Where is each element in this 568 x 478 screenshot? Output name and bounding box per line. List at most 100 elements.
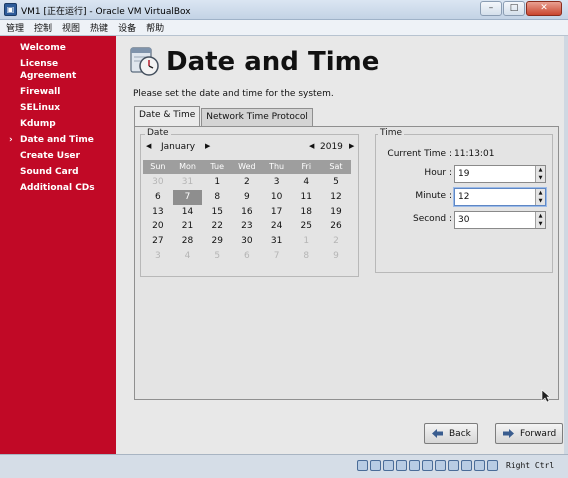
weekday-header: Mon <box>179 162 196 171</box>
calendar-day[interactable]: 17 <box>262 205 292 220</box>
calendar-day[interactable]: 2 <box>321 234 351 249</box>
calendar-day[interactable]: 3 <box>262 175 292 190</box>
calendar-day[interactable]: 20 <box>143 219 173 234</box>
calendar-nav: ◀ January ▶ ◀ 2019 ▶ <box>143 141 357 155</box>
forward-button[interactable]: Forward <box>495 423 564 444</box>
calendar-day-selected[interactable]: 7 <box>172 189 203 205</box>
second-spin-arrows-icon[interactable]: ▲ ▼ <box>535 212 545 228</box>
calendar-day[interactable]: 2 <box>232 175 262 190</box>
optical-drive-icon[interactable] <box>370 460 381 471</box>
next-month-icon[interactable]: ▶ <box>205 142 210 150</box>
hour-row: Hour : 19 ▲ ▼ <box>376 165 554 183</box>
calendar-day[interactable]: 8 <box>291 249 321 264</box>
calendar-day[interactable]: 21 <box>173 219 203 234</box>
maximize-button[interactable]: □ <box>503 1 525 16</box>
calendar-day[interactable]: 15 <box>202 205 232 220</box>
weekday-header: Wed <box>238 162 256 171</box>
keyboard-icon[interactable] <box>487 460 498 471</box>
second-label: Second : <box>412 214 452 224</box>
calendar-day[interactable]: 9 <box>232 190 262 205</box>
calendar-day[interactable]: 6 <box>143 190 173 205</box>
close-button[interactable]: ✕ <box>526 1 562 16</box>
prev-year-icon[interactable]: ◀ <box>309 142 314 150</box>
calendar-day[interactable]: 18 <box>291 205 321 220</box>
calendar-day[interactable]: 4 <box>173 249 203 264</box>
second-spinner[interactable]: 30 ▲ ▼ <box>454 211 546 229</box>
sidebar-item-additional-cds: Additional CDs <box>20 183 95 193</box>
calendar-day[interactable]: 29 <box>202 234 232 249</box>
back-button[interactable]: Back <box>424 423 478 444</box>
sidebar-item-date-time: › Date and Time <box>9 135 94 145</box>
calendar-day[interactable]: 13 <box>143 205 173 220</box>
calendar-day[interactable]: 8 <box>202 190 232 205</box>
weekday-header: Sun <box>150 162 166 171</box>
display-icon[interactable] <box>435 460 446 471</box>
hour-spin-arrows-icon[interactable]: ▲ ▼ <box>535 166 545 182</box>
menu-item-hotkey[interactable]: 热键 <box>90 21 108 34</box>
calendar-day[interactable]: 5 <box>202 249 232 264</box>
calendar-day[interactable]: 24 <box>262 219 292 234</box>
calendar-day[interactable]: 11 <box>291 190 321 205</box>
menu-item-devices[interactable]: 设备 <box>118 21 136 34</box>
current-step-arrow-icon: › <box>9 135 13 145</box>
calendar-day[interactable]: 30 <box>143 175 173 190</box>
weekday-header: Fri <box>301 162 312 171</box>
cpu-icon[interactable] <box>461 460 472 471</box>
calendar-day[interactable]: 14 <box>173 205 203 220</box>
minute-spinner[interactable]: 12 ▲ ▼ <box>454 188 546 206</box>
calendar-day[interactable]: 26 <box>321 219 351 234</box>
menu-item-view[interactable]: 视图 <box>62 21 80 34</box>
shared-folders-icon[interactable] <box>422 460 433 471</box>
main-content: Date and Time Please set the date and ti… <box>116 36 564 454</box>
menu-item-manage[interactable]: 管理 <box>6 21 24 34</box>
weekday-header: Sat <box>329 162 343 171</box>
audio-icon[interactable] <box>383 460 394 471</box>
calendar-day[interactable]: 12 <box>321 190 351 205</box>
device-indicators <box>357 460 498 471</box>
mouse-integration-icon[interactable] <box>474 460 485 471</box>
network-icon[interactable] <box>396 460 407 471</box>
current-time-label: Current Time : <box>387 149 452 159</box>
calendar-day[interactable]: 1 <box>291 234 321 249</box>
calendar-day[interactable]: 1 <box>202 175 232 190</box>
second-row: Second : 30 ▲ ▼ <box>376 211 554 229</box>
calendar-day[interactable]: 31 <box>262 234 292 249</box>
menubar: 管理 控制 视图 热键 设备 帮助 <box>0 20 568 36</box>
calendar-day[interactable]: 31 <box>173 175 203 190</box>
next-year-icon[interactable]: ▶ <box>349 142 354 150</box>
minute-spin-arrows-icon[interactable]: ▲ ▼ <box>535 189 545 205</box>
calendar-day[interactable]: 4 <box>291 175 321 190</box>
date-group-label: Date <box>145 128 171 138</box>
tab-date-time[interactable]: Date & Time <box>134 106 201 126</box>
hour-spinner[interactable]: 19 ▲ ▼ <box>454 165 546 183</box>
usb-icon[interactable] <box>409 460 420 471</box>
minimize-button[interactable]: – <box>480 1 502 16</box>
menu-item-control[interactable]: 控制 <box>34 21 52 34</box>
calendar-day[interactable]: 23 <box>232 219 262 234</box>
window-title: VM1 [正在运行] - Oracle VM VirtualBox <box>21 7 191 17</box>
calendar-weekday-header: Sun Mon Tue Wed Thu Fri Sat <box>143 160 351 174</box>
calendar-day[interactable]: 10 <box>262 190 292 205</box>
calendar-day[interactable]: 28 <box>173 234 203 249</box>
calendar-day[interactable]: 7 <box>262 249 292 264</box>
back-arrow-icon <box>432 429 443 438</box>
tab-ntp[interactable]: Network Time Protocol <box>201 108 313 126</box>
menu-item-help[interactable]: 帮助 <box>146 21 164 34</box>
calendar-day[interactable]: 22 <box>202 219 232 234</box>
calendar-day[interactable]: 27 <box>143 234 173 249</box>
calendar-day[interactable]: 6 <box>232 249 262 264</box>
hard-disk-icon[interactable] <box>357 460 368 471</box>
calendar-day[interactable]: 3 <box>143 249 173 264</box>
calendar-day[interactable]: 25 <box>291 219 321 234</box>
sidebar-item-license: License Agreement <box>20 59 77 81</box>
calendar-day[interactable]: 5 <box>321 175 351 190</box>
hour-value: 19 <box>458 169 470 179</box>
calendar-day[interactable]: 9 <box>321 249 351 264</box>
calendar-day[interactable]: 16 <box>232 205 262 220</box>
prev-month-icon[interactable]: ◀ <box>146 142 151 150</box>
calendar-day[interactable]: 19 <box>321 205 351 220</box>
calendar-day[interactable]: 30 <box>232 234 262 249</box>
tab-panel: Date ◀ January ▶ ◀ 2019 ▶ Sun Mon Tue Wed Th… <box>134 126 559 400</box>
video-capture-icon[interactable] <box>448 460 459 471</box>
sidebar-item-welcome: Welcome <box>20 43 66 53</box>
